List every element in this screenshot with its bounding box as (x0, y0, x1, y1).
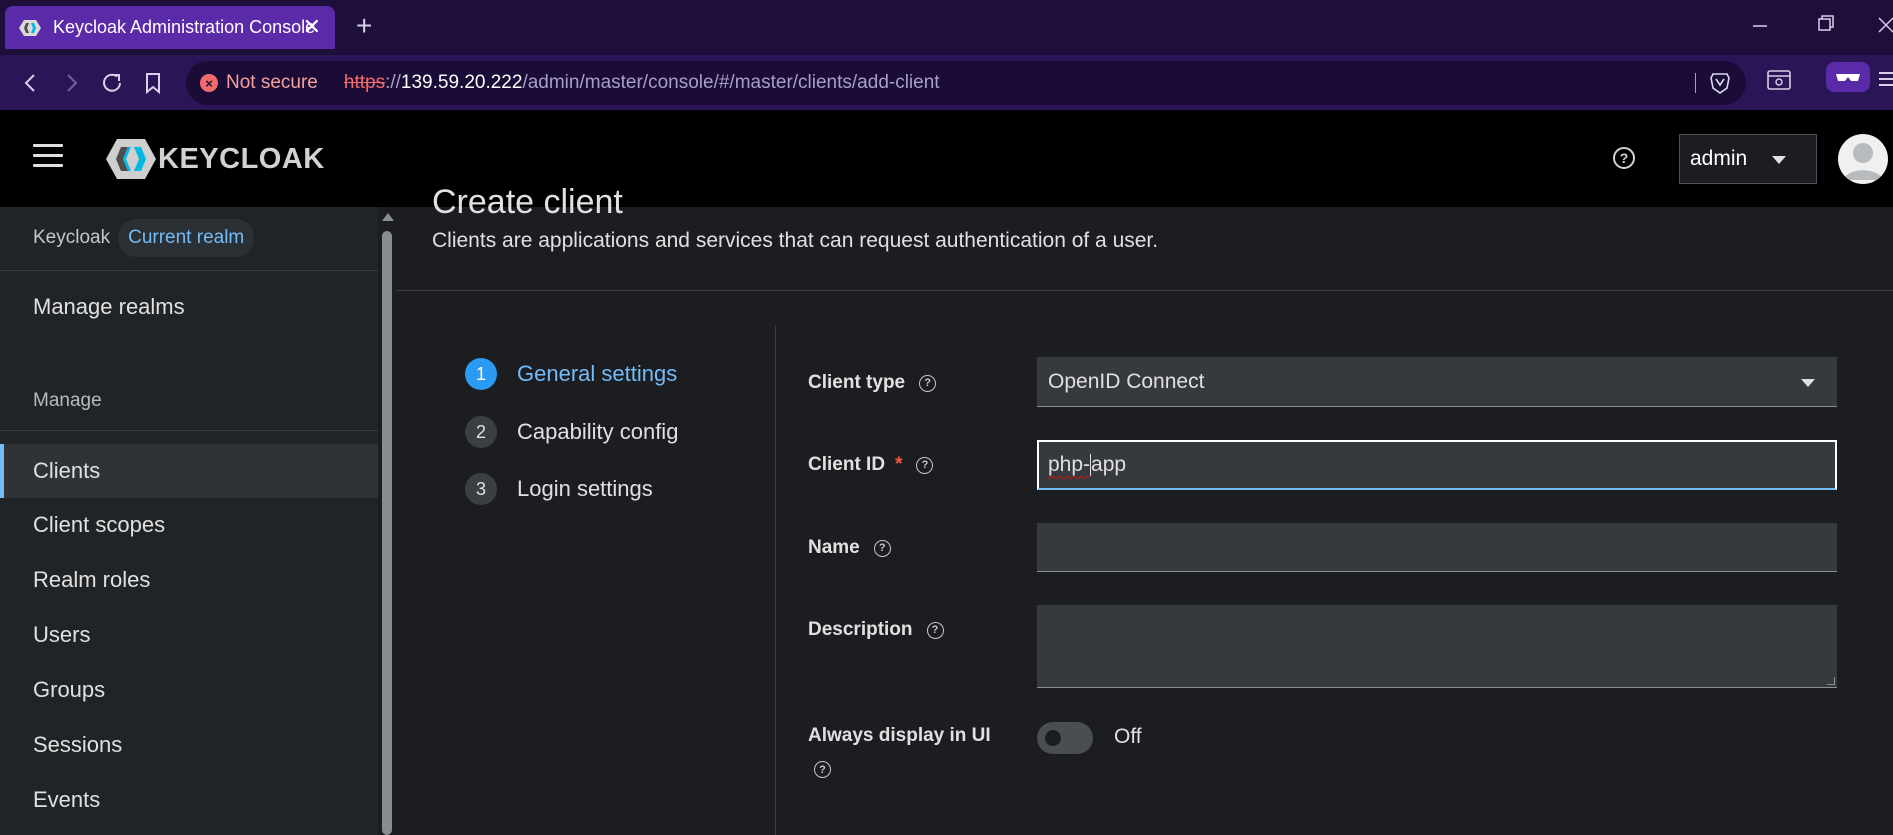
page-title: Create client (432, 183, 623, 221)
always-display-label: Always display in UI (808, 725, 991, 746)
help-icon[interactable]: ? (916, 456, 934, 474)
caret-down-icon (1772, 156, 1786, 164)
step-number: 3 (465, 473, 497, 505)
name-label: Name ? (808, 537, 891, 559)
step-number: 1 (465, 358, 497, 390)
restore-icon[interactable] (1817, 12, 1835, 40)
description-textarea[interactable] (1037, 605, 1837, 688)
private-window-icon[interactable] (1826, 62, 1870, 92)
description-label: Description ? (808, 619, 944, 641)
current-realm-badge: Current realm (118, 219, 255, 257)
reload-icon[interactable] (97, 68, 127, 98)
wizard-step-general-settings[interactable]: 1 General settings (465, 358, 677, 390)
logo-text: KEYCLOAK (158, 142, 325, 175)
name-input[interactable] (1037, 523, 1837, 572)
wizard-step-login-settings[interactable]: 3 Login settings (465, 473, 653, 505)
always-display-toggle[interactable] (1037, 722, 1093, 754)
masthead: KEYCLOAK ? admin (0, 110, 1893, 207)
caret-down-icon (1801, 379, 1815, 387)
required-marker: * (895, 454, 903, 475)
address-bar[interactable]: × Not secure https :// 139.59.20.222 /ad… (186, 61, 1746, 105)
realm-name: Keycloak (33, 227, 111, 248)
scroll-up-icon[interactable] (382, 213, 394, 221)
name-label-text: Name (808, 537, 860, 558)
url-host: 139.59.20.222 (400, 72, 523, 93)
client-id-label-text: Client ID (808, 454, 886, 475)
help-icon[interactable]: ? (919, 374, 937, 392)
url-path: /admin/master/console/#/master/clients/a… (522, 72, 940, 93)
help-icon[interactable]: ? (873, 539, 891, 557)
sidebar-scrollbar[interactable] (378, 207, 396, 835)
close-window-icon[interactable] (1878, 12, 1893, 40)
browser-tab[interactable]: Keycloak Administration Console ✕ (5, 6, 335, 49)
wizard-step-capability-config[interactable]: 2 Capability config (465, 416, 678, 448)
keycloak-logo-icon (106, 139, 156, 179)
divider (396, 290, 1893, 291)
url-scheme: https (343, 72, 386, 93)
avatar[interactable] (1838, 134, 1888, 184)
browser-tab-bar: Keycloak Administration Console ✕ + (0, 0, 1893, 55)
client-type-label-text: Client type (808, 372, 906, 393)
sidebar-item-users[interactable]: Users (0, 608, 378, 662)
sidebar: Keycloak Current realm Manage realms Man… (0, 207, 378, 835)
help-icon[interactable]: ? (926, 621, 944, 639)
step-label: Capability config (517, 419, 679, 444)
section-heading-manage: Manage (33, 390, 102, 411)
step-label: General settings (517, 361, 678, 386)
avatar-icon (1844, 143, 1882, 180)
wizard-divider (775, 325, 776, 835)
back-icon[interactable] (16, 68, 46, 98)
resize-handle-icon[interactable] (1827, 677, 1835, 685)
client-id-value-part: php- (1048, 453, 1091, 476)
not-secure-icon: × (200, 74, 218, 92)
url-divider (1695, 73, 1696, 93)
page-description: Clients are applications and services th… (432, 229, 1159, 252)
help-icon[interactable]: ? (814, 761, 831, 778)
client-type-select[interactable]: OpenID Connect (1037, 357, 1837, 407)
keycloak-favicon-icon (19, 19, 41, 36)
not-secure-label[interactable]: Not secure (226, 72, 318, 94)
url-separator: :// (385, 72, 401, 93)
help-icon[interactable]: ? (1613, 147, 1635, 169)
client-id-input[interactable]: php-app (1037, 440, 1837, 490)
toggle-knob (1045, 730, 1061, 746)
keycloak-logo[interactable]: KEYCLOAK (106, 138, 325, 180)
tab-title: Keycloak Administration Console (53, 17, 316, 37)
toggle-state-label: Off (1114, 725, 1142, 748)
realm-indicator: Keycloak Current realm (33, 219, 255, 257)
minimize-icon[interactable] (1752, 12, 1768, 40)
hamburger-menu-icon[interactable] (33, 144, 63, 170)
client-type-value: OpenID Connect (1048, 369, 1205, 393)
menu-icon[interactable] (1878, 68, 1893, 95)
sidebar-item-groups[interactable]: Groups (0, 663, 378, 717)
sidebar-item-realm-roles[interactable]: Realm roles (0, 553, 378, 607)
brave-shield-icon[interactable] (1710, 72, 1730, 94)
page-search-icon[interactable] (1766, 68, 1792, 97)
sidebar-item-client-scopes[interactable]: Client scopes (0, 498, 378, 552)
tab-close-icon[interactable]: ✕ (303, 16, 321, 38)
new-tab-button[interactable]: + (356, 12, 372, 40)
client-type-label: Client type ? (808, 372, 937, 394)
manage-realms-link[interactable]: Manage realms (33, 294, 185, 320)
browser-toolbar: × Not secure https :// 139.59.20.222 /ad… (0, 55, 1893, 110)
client-id-label: Client ID * ? (808, 454, 934, 476)
sidebar-item-clients[interactable]: Clients (0, 444, 378, 498)
client-id-value-part: app (1091, 453, 1127, 476)
divider (0, 270, 378, 271)
scrollbar-thumb[interactable] (382, 231, 392, 835)
username: admin (1690, 147, 1748, 170)
sidebar-item-sessions[interactable]: Sessions (0, 718, 378, 772)
forward-icon[interactable] (56, 68, 86, 98)
bookmark-icon[interactable] (138, 68, 168, 98)
sidebar-item-events[interactable]: Events (0, 773, 378, 827)
user-dropdown[interactable]: admin (1679, 134, 1817, 184)
main-content: Create client Clients are applications a… (396, 183, 1893, 835)
step-number: 2 (465, 416, 497, 448)
description-label-text: Description (808, 619, 913, 640)
divider (0, 430, 378, 431)
step-label: Login settings (517, 476, 653, 501)
